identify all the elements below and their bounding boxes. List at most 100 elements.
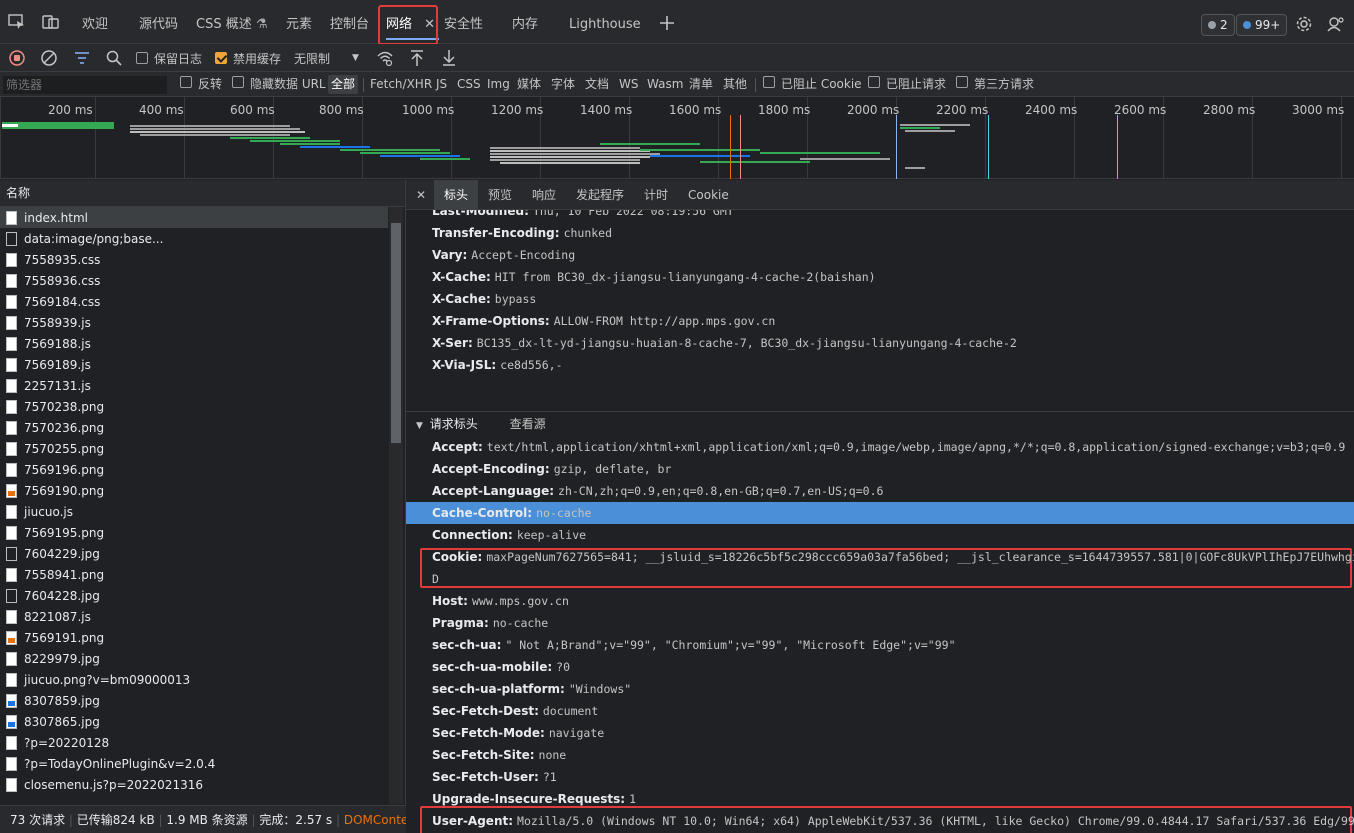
close-detail-icon[interactable]: ✕ xyxy=(416,180,426,210)
request-row[interactable]: 8221087.js xyxy=(0,606,388,627)
blocked-requests-box[interactable] xyxy=(868,76,880,88)
disable-cache-checkbox[interactable]: 禁用缓存 xyxy=(215,44,281,72)
request-header-row[interactable]: Upgrade-Insecure-Requests: 1 xyxy=(432,788,636,810)
tab-preview[interactable]: 预览 xyxy=(488,180,512,210)
type-filter-manifest[interactable]: 清单 xyxy=(689,72,713,97)
more-tabs-plus-icon[interactable] xyxy=(659,15,679,33)
request-header-row[interactable]: Accept-Encoding: gzip, deflate, br xyxy=(432,458,671,480)
response-header-row[interactable]: X-Cache: HIT from BC30_dx-jiangsu-lianyun… xyxy=(432,266,876,288)
request-row[interactable]: 7569188.js xyxy=(0,333,388,354)
response-header-row[interactable]: X-Ser: BC135_dx-lt-yd-jiangsu-huaian-8-ca… xyxy=(432,332,1017,354)
type-filter-wasm[interactable]: Wasm xyxy=(647,72,683,97)
type-filter-other[interactable]: 其他 xyxy=(723,72,747,97)
tab-response[interactable]: 响应 xyxy=(532,180,556,210)
third-party-checkbox[interactable]: 第三方请求 xyxy=(956,72,1034,97)
request-row[interactable]: 8229979.jpg xyxy=(0,648,388,669)
third-party-box[interactable] xyxy=(956,76,968,88)
request-row[interactable]: 2257131.js xyxy=(0,375,388,396)
throttling-select[interactable]: 无限制 ▼ xyxy=(294,44,359,72)
tab-initiator[interactable]: 发起程序 xyxy=(576,180,624,210)
request-header-row[interactable]: Sec-Fetch-Dest: document xyxy=(432,700,598,722)
request-row[interactable]: 7569195.png xyxy=(0,522,388,543)
search-icon[interactable] xyxy=(106,44,122,72)
tab-sources[interactable]: 源代码 xyxy=(139,0,178,44)
inspect-element-icon[interactable] xyxy=(8,14,28,32)
response-header-row[interactable]: Transfer-Encoding: chunked xyxy=(432,222,612,244)
type-filter-ws[interactable]: WS xyxy=(619,72,638,97)
request-header-row[interactable]: Sec-Fetch-Site: none xyxy=(432,744,566,766)
tab-console[interactable]: 控制台 xyxy=(330,0,369,44)
type-filter-font[interactable]: 字体 xyxy=(551,72,575,97)
request-row[interactable]: ?p=TodayOnlinePlugin&v=2.0.4 xyxy=(0,753,388,774)
tab-memory[interactable]: 内存 xyxy=(512,0,538,44)
tab-cookies[interactable]: Cookie xyxy=(688,180,729,210)
tab-css-overview[interactable]: CSS 概述 ⚗ xyxy=(196,0,268,44)
request-headers-section-header[interactable]: ▼ 请求标头 查看源 xyxy=(406,411,1354,435)
hide-data-url-checkbox[interactable]: 隐藏数据 URL xyxy=(232,72,326,97)
hide-data-url-box[interactable] xyxy=(232,76,244,88)
request-header-row[interactable]: sec-ch-ua-mobile: ?0 xyxy=(432,656,570,678)
invert-checkbox[interactable]: 反转 xyxy=(180,72,222,97)
request-row[interactable]: 7569189.js xyxy=(0,354,388,375)
filter-icon[interactable] xyxy=(74,44,90,72)
request-header-row[interactable]: sec-ch-ua-platform: "Windows" xyxy=(432,678,631,700)
tab-welcome[interactable]: 欢迎 xyxy=(82,0,108,44)
type-filter-media[interactable]: 媒体 xyxy=(517,72,541,97)
tab-timing[interactable]: 计时 xyxy=(644,180,668,210)
tab-security[interactable]: 安全性 xyxy=(444,0,483,44)
request-row[interactable]: 7569190.png xyxy=(0,480,388,501)
request-row[interactable]: 7570238.png xyxy=(0,396,388,417)
request-row[interactable]: jiucuo.png?v=bm09000013 xyxy=(0,669,388,690)
request-header-row[interactable]: Cache-Control: no-cache xyxy=(432,502,591,524)
request-row[interactable]: 7569191.png xyxy=(0,627,388,648)
scrollbar-thumb[interactable] xyxy=(391,223,401,443)
request-row[interactable]: closemenu.js?p=2022021316 xyxy=(0,774,388,795)
request-header-row[interactable]: Host: www.mps.gov.cn xyxy=(432,590,569,612)
view-source-link[interactable]: 查看源 xyxy=(510,417,546,431)
response-header-row[interactable]: Last-Modified: Thu, 10 Feb 2022 08:19:56 … xyxy=(432,210,734,222)
request-row[interactable]: 7558941.png xyxy=(0,564,388,585)
request-header-row[interactable]: Cookie: maxPageNum7627565=841; __jsluid_s… xyxy=(432,546,1354,568)
name-column-header[interactable]: 名称 xyxy=(0,180,405,207)
tab-lighthouse[interactable]: Lighthouse xyxy=(569,0,641,44)
tab-elements[interactable]: 元素 xyxy=(286,0,312,44)
request-row[interactable]: 7569184.css xyxy=(0,291,388,312)
preserve-log-checkbox[interactable]: 保留日志 xyxy=(136,44,202,72)
settings-gear-icon[interactable] xyxy=(1295,15,1315,33)
request-row[interactable]: 7570236.png xyxy=(0,417,388,438)
request-header-row[interactable]: Connection: keep-alive xyxy=(432,524,586,546)
blocked-requests-checkbox[interactable]: 已阻止请求 xyxy=(868,72,946,97)
issues-badge[interactable]: 2 xyxy=(1201,14,1235,36)
type-filter-css[interactable]: CSS xyxy=(457,72,481,97)
type-filter-doc[interactable]: 文档 xyxy=(585,72,609,97)
request-row[interactable]: 7604229.jpg xyxy=(0,543,388,564)
request-row[interactable]: 7569196.png xyxy=(0,459,388,480)
response-header-row[interactable]: Vary: Accept-Encoding xyxy=(432,244,575,266)
request-header-row[interactable]: sec-ch-ua: " Not A;Brand";v="99", "Chromi… xyxy=(432,634,956,656)
timeline-overview[interactable]: 200 ms 400 ms 600 ms 800 ms 1000 ms 1200… xyxy=(0,97,1354,179)
request-header-row[interactable]: Pragma: no-cache xyxy=(432,612,548,634)
invert-box[interactable] xyxy=(180,76,192,88)
request-row[interactable]: 7558939.js xyxy=(0,312,388,333)
record-stop-icon[interactable] xyxy=(9,44,25,72)
filter-input[interactable] xyxy=(3,76,167,94)
customize-devtools-icon[interactable] xyxy=(1327,15,1347,33)
request-header-row[interactable]: Accept: text/html,application/xhtml+xml,a… xyxy=(432,436,1345,458)
clear-icon[interactable] xyxy=(41,44,57,72)
type-filter-img[interactable]: Img xyxy=(487,72,510,97)
export-har-download-icon[interactable] xyxy=(441,44,457,72)
response-header-row[interactable]: X-Via-JSL: ce8d556,- xyxy=(432,354,563,376)
request-row[interactable]: 7558936.css xyxy=(0,270,388,291)
response-header-row[interactable]: X-Frame-Options: ALLOW-FROM http://app.mp… xyxy=(432,310,775,332)
request-row[interactable]: index.html xyxy=(0,207,388,228)
request-header-row[interactable]: Accept-Language: zh-CN,zh;q=0.9,en;q=0.8,… xyxy=(432,480,883,502)
type-filter-js[interactable]: JS xyxy=(436,72,447,97)
type-filter-all[interactable]: 全部 xyxy=(328,75,359,94)
request-row[interactable]: data:image/png;base... xyxy=(0,228,388,249)
request-row[interactable]: ?p=20220128 xyxy=(0,732,388,753)
disable-cache-box[interactable] xyxy=(215,52,227,64)
import-har-upload-icon[interactable] xyxy=(409,44,425,72)
request-row[interactable]: 7558935.css xyxy=(0,249,388,270)
preserve-log-box[interactable] xyxy=(136,52,148,64)
request-row[interactable]: jiucuo.js xyxy=(0,501,388,522)
